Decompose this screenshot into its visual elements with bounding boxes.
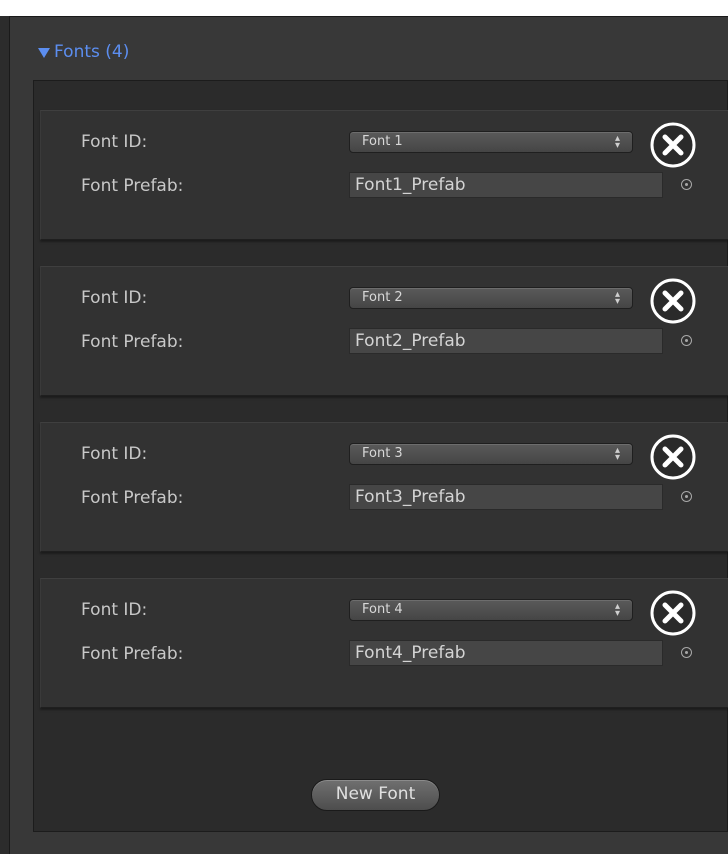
font-id-value: Font 4 bbox=[362, 602, 403, 617]
font-id-label: Font ID: bbox=[81, 132, 148, 152]
font-entry: Font ID: Font 1 ▴ ▾ Font Prefab: Font1_Pr… bbox=[40, 110, 728, 240]
triangle-down-icon bbox=[38, 47, 50, 58]
up-down-arrows-icon: ▴ ▾ bbox=[614, 133, 620, 151]
font-id-dropdown[interactable]: Font 3 ▴ ▾ bbox=[349, 443, 633, 465]
font-id-value: Font 1 bbox=[362, 134, 403, 149]
font-id-dropdown[interactable]: Font 2 ▴ ▾ bbox=[349, 287, 633, 309]
target-circle-icon[interactable] bbox=[681, 335, 692, 346]
font-prefab-label: Font Prefab: bbox=[81, 488, 184, 508]
circle-x-icon[interactable] bbox=[648, 276, 698, 326]
circle-x-icon[interactable] bbox=[648, 588, 698, 638]
font-prefab-field[interactable]: Font1_Prefab bbox=[349, 172, 663, 198]
font-prefab-value: Font3_Prefab bbox=[355, 487, 466, 507]
font-prefab-label: Font Prefab: bbox=[81, 644, 184, 664]
top-strip bbox=[0, 0, 728, 16]
fonts-foldout[interactable]: Fonts (4) bbox=[38, 42, 129, 62]
font-id-value: Font 3 bbox=[362, 446, 403, 461]
new-font-button[interactable]: New Font bbox=[311, 779, 440, 811]
font-prefab-value: Font4_Prefab bbox=[355, 643, 466, 663]
font-entry: Font ID: Font 2 ▴ ▾ Font Prefab: Font2_Pr… bbox=[40, 266, 728, 396]
font-id-label: Font ID: bbox=[81, 444, 148, 464]
target-circle-icon[interactable] bbox=[681, 647, 692, 658]
font-id-label: Font ID: bbox=[81, 288, 148, 308]
font-id-dropdown[interactable]: Font 1 ▴ ▾ bbox=[349, 131, 633, 153]
circle-x-icon[interactable] bbox=[648, 120, 698, 170]
font-id-label: Font ID: bbox=[81, 600, 148, 620]
target-circle-icon[interactable] bbox=[681, 179, 692, 190]
font-entry: Font ID: Font 4 ▴ ▾ Font Prefab: Font4_Pr… bbox=[40, 578, 728, 708]
font-prefab-label: Font Prefab: bbox=[81, 176, 184, 196]
circle-x-icon[interactable] bbox=[648, 432, 698, 482]
up-down-arrows-icon: ▴ ▾ bbox=[614, 445, 620, 463]
font-prefab-value: Font2_Prefab bbox=[355, 331, 466, 351]
font-id-value: Font 2 bbox=[362, 290, 403, 305]
font-entry: Font ID: Font 3 ▴ ▾ Font Prefab: Font3_Pr… bbox=[40, 422, 728, 552]
font-prefab-field[interactable]: Font4_Prefab bbox=[349, 640, 663, 666]
up-down-arrows-icon: ▴ ▾ bbox=[614, 289, 620, 307]
target-circle-icon[interactable] bbox=[681, 491, 692, 502]
font-prefab-field[interactable]: Font2_Prefab bbox=[349, 328, 663, 354]
font-prefab-label: Font Prefab: bbox=[81, 332, 184, 352]
font-prefab-value: Font1_Prefab bbox=[355, 175, 466, 195]
up-down-arrows-icon: ▴ ▾ bbox=[614, 601, 620, 619]
font-prefab-field[interactable]: Font3_Prefab bbox=[349, 484, 663, 510]
font-id-dropdown[interactable]: Font 4 ▴ ▾ bbox=[349, 599, 633, 621]
fonts-section-title: Fonts (4) bbox=[54, 42, 130, 62]
